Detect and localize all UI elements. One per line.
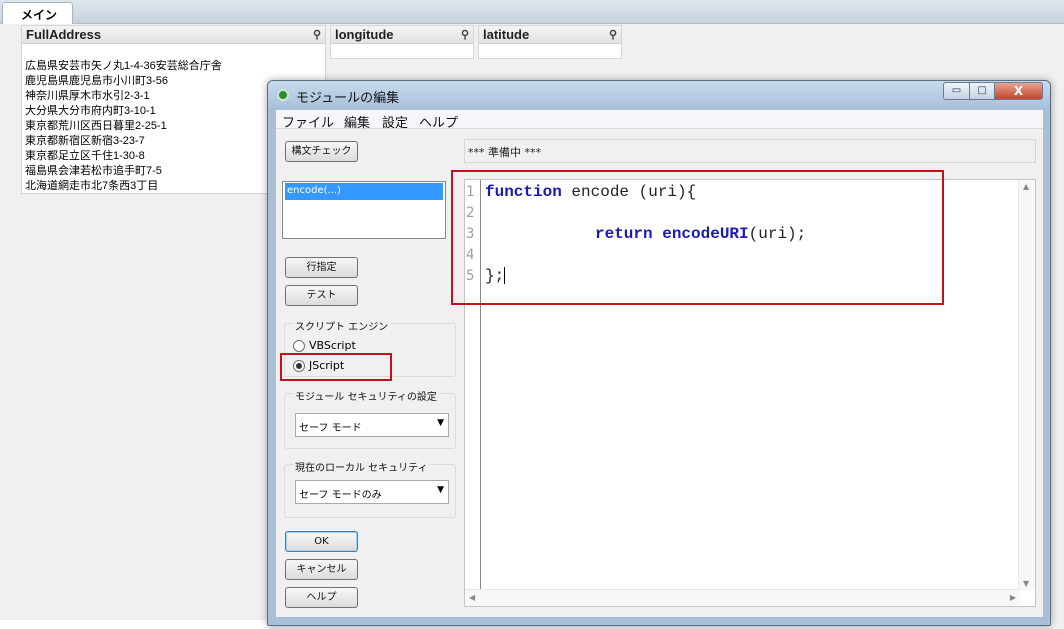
list-item[interactable]: 大分県大分市府内町3-10-1 xyxy=(25,104,222,119)
test-button[interactable]: テスト xyxy=(285,285,358,306)
scroll-down-icon[interactable]: ▼ xyxy=(1023,579,1029,588)
list-item[interactable]: 東京都足立区千住1-30-8 xyxy=(25,149,222,164)
dialog-title: モジュールの編集 xyxy=(296,91,400,106)
maximize-button[interactable]: □ xyxy=(969,82,995,100)
tab-main[interactable]: メイン xyxy=(2,2,73,25)
scroll-up-icon[interactable]: ▲ xyxy=(1023,182,1029,191)
address-list: 広島県安芸市矢ノ丸1-4-36安芸総合庁舎 鹿児島県鹿児島市小川町3-56 神奈… xyxy=(25,59,222,194)
sheet-tabbar: メイン xyxy=(0,0,1064,25)
dialog-client: 構文チェック encode(...) 行指定 テスト スクリプト エンジン VB… xyxy=(276,129,1043,617)
search-icon[interactable]: ⚲ xyxy=(461,28,469,41)
close-button[interactable]: X xyxy=(994,82,1043,100)
scroll-left-icon[interactable]: ◀ xyxy=(469,593,475,602)
module-security-label: モジュール セキュリティの設定 xyxy=(293,388,439,403)
function-list[interactable]: encode(...) xyxy=(282,181,446,239)
status-text: *** 準備中 *** xyxy=(464,139,1036,163)
list-item[interactable]: 広島県安芸市矢ノ丸1-4-36安芸総合庁舎 xyxy=(25,59,222,74)
qlikview-icon xyxy=(277,89,289,101)
search-icon[interactable]: ⚲ xyxy=(609,28,617,41)
listbox-header: FullAddress ⚲ xyxy=(22,26,325,44)
edit-module-dialog: モジュールの編集 ▭ □ X ファイル 編集 設定 ヘルプ 構文チェック enc… xyxy=(267,80,1051,626)
vbscript-label: VBScript xyxy=(309,339,356,352)
function-list-item[interactable]: encode(...) xyxy=(285,183,443,200)
chevron-down-icon: ▼ xyxy=(437,485,444,495)
module-security-group: モジュール セキュリティの設定 セーフ モード ▼ xyxy=(284,388,456,449)
help-button[interactable]: ヘルプ xyxy=(285,587,358,608)
code-highlight xyxy=(451,170,944,305)
module-security-select[interactable]: セーフ モード ▼ xyxy=(295,413,449,437)
scroll-right-icon[interactable]: ▶ xyxy=(1010,593,1016,602)
listbox-header: latitude ⚲ xyxy=(479,26,621,44)
script-engine-label: スクリプト エンジン xyxy=(293,318,391,333)
local-security-group: 現在のローカル セキュリティ セーフ モードのみ ▼ xyxy=(284,459,456,518)
listbox-header: longitude ⚲ xyxy=(331,26,473,44)
list-item[interactable]: 北海道網走市北7条西3丁目 xyxy=(25,179,222,194)
module-security-value: セーフ モード xyxy=(299,423,362,434)
status-strip xyxy=(0,620,270,629)
chevron-down-icon: ▼ xyxy=(437,418,444,428)
horizontal-scrollbar[interactable]: ◀ ▶ xyxy=(465,589,1020,606)
list-item[interactable]: 東京都荒川区西日暮里2-25-1 xyxy=(25,119,222,134)
listbox-title: latitude xyxy=(483,27,530,42)
vertical-scrollbar[interactable]: ▲ ▼ xyxy=(1018,180,1035,590)
listbox-longitude[interactable]: longitude ⚲ xyxy=(330,25,474,59)
list-item[interactable]: 福島県会津若松市追手町7-5 xyxy=(25,164,222,179)
jscript-highlight xyxy=(280,353,392,381)
minimize-button[interactable]: ▭ xyxy=(943,82,970,100)
local-security-select[interactable]: セーフ モードのみ ▼ xyxy=(295,480,449,504)
goto-line-button[interactable]: 行指定 xyxy=(285,257,358,278)
search-icon[interactable]: ⚲ xyxy=(313,28,321,41)
cancel-button[interactable]: キャンセル xyxy=(285,559,358,580)
local-security-value: セーフ モードのみ xyxy=(299,490,382,501)
list-item[interactable]: 東京都新宿区新宿3-23-7 xyxy=(25,134,222,149)
syntax-check-button[interactable]: 構文チェック xyxy=(285,141,358,162)
dialog-titlebar[interactable]: モジュールの編集 ▭ □ X xyxy=(268,81,1050,109)
ok-button[interactable]: OK xyxy=(285,531,358,552)
list-item[interactable]: 鹿児島県鹿児島市小川町3-56 xyxy=(25,74,222,89)
list-item[interactable]: 神奈川県厚木市水引2-3-1 xyxy=(25,89,222,104)
listbox-latitude[interactable]: latitude ⚲ xyxy=(478,25,622,59)
listbox-title: FullAddress xyxy=(26,27,102,42)
vbscript-radio[interactable] xyxy=(293,340,305,352)
listbox-title: longitude xyxy=(335,27,394,42)
local-security-label: 現在のローカル セキュリティ xyxy=(293,459,430,474)
menubar: ファイル 編集 設定 ヘルプ xyxy=(276,110,1043,131)
